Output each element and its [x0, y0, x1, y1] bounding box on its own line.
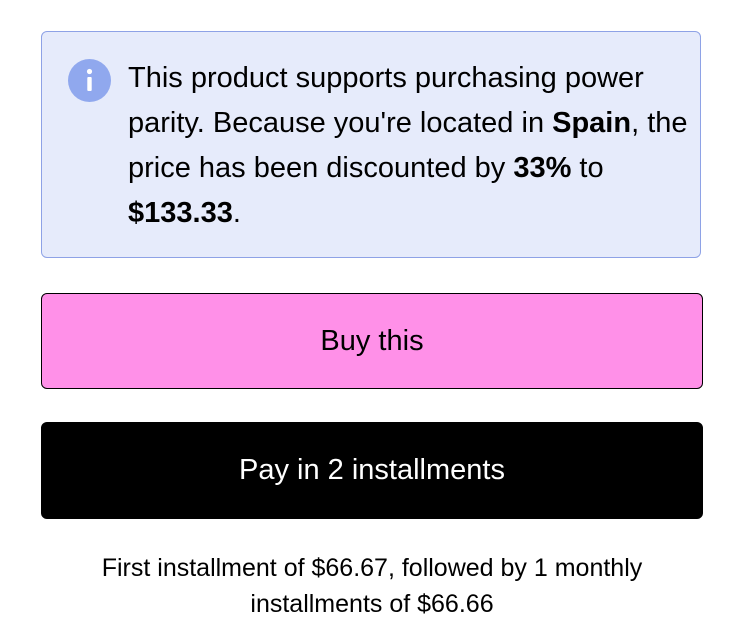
- notice-discount: 33%: [513, 152, 572, 184]
- notice-text-part: to: [571, 152, 604, 184]
- notice-price: $133.33: [128, 197, 233, 229]
- notice-text-part: .: [232, 197, 241, 229]
- notice-country: Spain: [552, 107, 632, 139]
- buy-this-button[interactable]: Buy this: [41, 293, 703, 389]
- pay-in-installments-button[interactable]: Pay in 2 installments: [41, 422, 703, 519]
- info-icon: [68, 59, 111, 102]
- ppp-notice-text: This product supports purchasing power p…: [128, 56, 688, 236]
- installment-note: First installment of $66.67, followed by…: [101, 554, 643, 618]
- pay-in-installments-label: Pay in 2 installments: [239, 454, 505, 486]
- buy-this-label: Buy this: [320, 324, 424, 357]
- ppp-notice: This product supports purchasing power p…: [41, 31, 701, 258]
